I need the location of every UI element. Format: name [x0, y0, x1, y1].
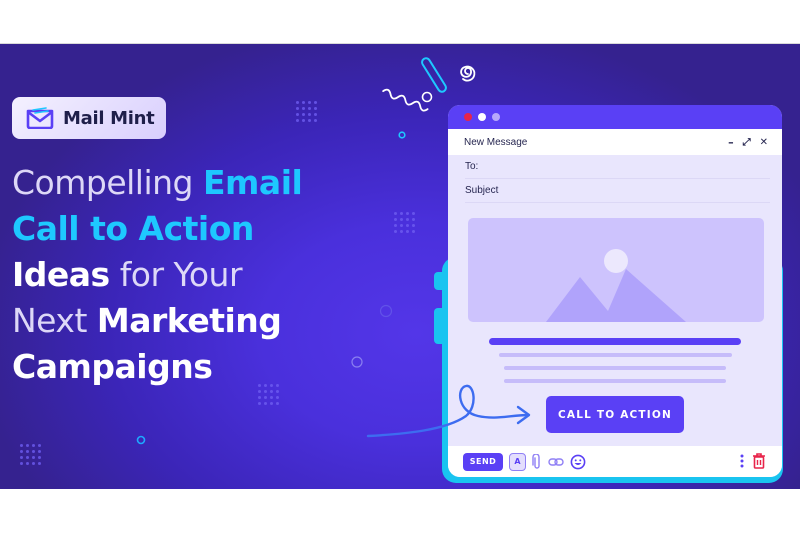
dot-grid-decoration	[296, 101, 317, 122]
headline-line-2: Call to Action	[12, 206, 412, 252]
headline-bold-text: Campaigns	[12, 347, 213, 386]
text-line	[504, 366, 726, 370]
window-titlebar	[448, 105, 782, 129]
headline: Compelling Email Call to Action Ideas fo…	[12, 160, 412, 390]
ring-decoration	[421, 91, 433, 103]
to-label: To:	[465, 161, 479, 172]
toolbar-right	[740, 452, 766, 469]
link-icon[interactable]	[548, 457, 564, 467]
brand-name: Mail Mint	[63, 107, 155, 129]
message-header: New Message – ⤢ ✕	[448, 129, 782, 155]
spiral-icon	[460, 65, 476, 82]
subject-label: Subject	[465, 185, 499, 196]
headline-accent-text: Call to Action	[12, 209, 254, 248]
dot-grid-decoration	[20, 444, 41, 465]
more-vertical-icon[interactable]	[740, 454, 744, 468]
headline-line-4: Next Marketing	[12, 298, 412, 344]
side-tab-decoration	[434, 308, 448, 344]
paperclip-icon[interactable]	[532, 453, 542, 470]
headline-line-5: Campaigns	[12, 344, 412, 390]
call-to-action-button[interactable]: CALL TO ACTION	[546, 396, 684, 433]
headline-text: Next	[12, 301, 97, 340]
expand-icon[interactable]: ⤢	[743, 137, 751, 148]
headline-bold-text: Marketing	[96, 301, 282, 340]
window-title: New Message	[464, 136, 528, 148]
headline-text: Compelling	[12, 163, 203, 202]
send-button[interactable]: SEND	[463, 452, 503, 471]
image-placeholder-icon	[546, 249, 686, 322]
envelope-logo-icon	[26, 107, 54, 129]
close-icon[interactable]: ✕	[760, 137, 768, 148]
ring-decoration	[136, 435, 146, 445]
text-line	[504, 379, 726, 383]
headline-line-1: Compelling Email	[12, 160, 412, 206]
pill-outline-icon	[421, 57, 447, 93]
image-placeholder	[468, 218, 764, 322]
text-line-heading	[489, 338, 741, 345]
side-tab-decoration	[434, 272, 448, 290]
window-controls: – ⤢ ✕	[728, 136, 768, 149]
text-format-button[interactable]: A	[509, 452, 526, 471]
mail-mint-logo: Mail Mint	[12, 97, 166, 139]
subject-field[interactable]: Subject	[465, 179, 770, 203]
window-dot-lavender[interactable]	[492, 113, 500, 121]
headline-line-3: Ideas for Your	[12, 252, 412, 298]
headline-bold-text: Ideas	[12, 255, 110, 294]
trash-icon[interactable]	[752, 452, 766, 469]
ring-decoration	[398, 131, 406, 139]
compose-toolbar: SEND A	[448, 446, 782, 477]
emoji-icon[interactable]	[570, 454, 586, 470]
curly-arrow-icon	[366, 384, 531, 438]
text-line	[499, 353, 732, 357]
to-field[interactable]: To:	[465, 155, 770, 179]
headline-accent-text: Email	[203, 163, 303, 202]
wave-line-icon	[382, 88, 429, 112]
minimize-icon[interactable]: –	[728, 136, 734, 149]
window-dot-red[interactable]	[464, 113, 472, 121]
headline-text: for Your	[109, 255, 243, 294]
window-dot-white[interactable]	[478, 113, 486, 121]
